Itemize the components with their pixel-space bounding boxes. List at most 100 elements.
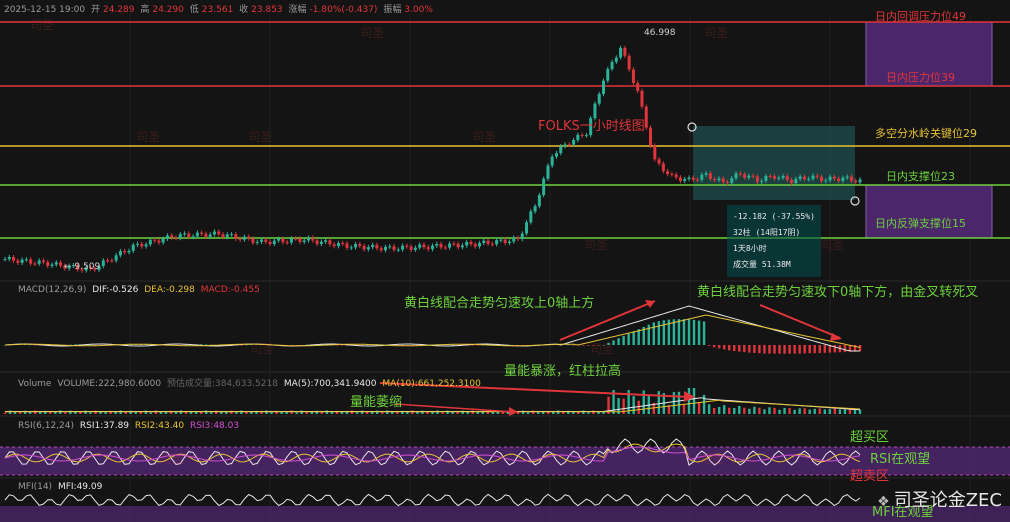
candle-body — [37, 260, 41, 264]
candle-body — [636, 82, 640, 91]
macd-dea: DEA:-0.298 — [144, 285, 195, 295]
macd-bar — [572, 345, 575, 346]
low-label: 低 — [189, 5, 199, 15]
annotation-overbought: 超买区 — [850, 430, 890, 445]
candle-body — [319, 241, 323, 244]
macd-bar — [682, 319, 686, 345]
macd-bar — [692, 319, 696, 345]
candle-body — [473, 244, 477, 247]
candle-body — [640, 90, 644, 107]
candle-body — [670, 173, 674, 175]
macd-value: MACD:-0.455 — [200, 285, 260, 295]
candle-body — [747, 175, 751, 178]
candle-body — [584, 135, 588, 137]
candle-body — [597, 93, 601, 104]
candle-body — [760, 180, 764, 182]
volume-bar — [149, 412, 153, 414]
macd-bar — [723, 345, 726, 350]
watermark: 司圣 — [700, 452, 725, 466]
candle-body — [50, 264, 54, 266]
macd-dea-line — [4, 314, 861, 348]
candle-body — [431, 245, 434, 250]
volume-bar — [89, 412, 92, 414]
candle-body — [255, 241, 259, 243]
candle-body — [777, 177, 781, 179]
annotation-oversold: 超卖区 — [850, 469, 890, 484]
macd-bar — [245, 344, 248, 346]
volume-ma10: MA(10):661,252.3100 — [382, 379, 481, 389]
candle-body — [708, 173, 712, 179]
macd-bar — [843, 345, 847, 353]
candle-body — [721, 178, 725, 182]
candle-body — [751, 175, 755, 177]
watermark: 司圣 — [160, 452, 185, 466]
volume-ma5: MA(5):700,341.9400 — [283, 379, 377, 389]
candle-body — [131, 244, 135, 251]
tooltip-volume: 成交量 51.38M — [733, 260, 791, 269]
watermark: 司圣 — [820, 238, 845, 252]
close-label: 收 — [239, 5, 249, 15]
candle-body — [101, 260, 105, 266]
candle-body — [413, 247, 417, 250]
candle-body — [127, 250, 131, 253]
candle-body — [696, 179, 700, 181]
macd-bar — [858, 345, 862, 352]
candle-body — [277, 238, 281, 241]
low-value: 23.561 — [201, 5, 234, 15]
volume-estimate: 预估成交量:384,633.5218 — [166, 379, 278, 389]
watermark: 司圣 — [472, 130, 497, 144]
candle-body — [713, 178, 717, 181]
price-high-mark: 46.998 — [644, 28, 676, 38]
chart-stage: 2025-12-15 19:00 开 24.289 高 24.290 低 23.561… — [0, 0, 1010, 522]
candle-body — [495, 240, 499, 245]
open-label: 开 — [90, 5, 100, 15]
candle-body — [683, 178, 687, 182]
candle-body — [264, 239, 268, 242]
volume-bar — [235, 412, 238, 414]
candle-body — [307, 237, 311, 241]
consolidation-box — [693, 126, 855, 200]
candle-body — [59, 262, 63, 266]
candle-body — [289, 238, 293, 243]
macd-bar — [803, 345, 806, 354]
rsi-header: RSI(6,12,24) RSI1:37.89 RSI2:43.40 RSI3:… — [18, 421, 242, 431]
macd-bar — [813, 345, 816, 354]
candle-body — [285, 242, 289, 244]
volume-bar — [682, 404, 686, 414]
volume-bar — [677, 391, 681, 414]
volume-bar — [687, 388, 691, 414]
candle-body — [238, 238, 242, 240]
candle-body — [738, 173, 742, 175]
candle-body — [392, 246, 396, 250]
candle-body — [268, 241, 272, 245]
candle-body — [550, 156, 554, 166]
candle-body — [161, 238, 165, 243]
macd-name: MACD(12,26,9) — [18, 285, 87, 295]
volume-bar — [743, 407, 746, 414]
candle-body — [768, 176, 772, 178]
volume-bar — [778, 409, 781, 414]
macd-bar — [340, 345, 344, 346]
macd-bar — [778, 345, 781, 354]
candle-body — [469, 241, 473, 245]
macd-bar — [773, 345, 776, 354]
volume-bar — [717, 406, 721, 414]
macd-bar — [33, 345, 37, 346]
volume-bar — [723, 405, 726, 414]
macd-bar — [476, 345, 479, 346]
candle-body — [195, 232, 199, 237]
candle-body — [567, 144, 571, 146]
volume-bar — [501, 412, 505, 414]
volume-value: VOLUME:222,980.6000 — [57, 379, 162, 389]
watermark: 司圣 — [360, 26, 385, 40]
candle-body — [251, 238, 255, 243]
volume-bar — [823, 409, 826, 414]
volume-bar — [657, 391, 661, 414]
candle-body — [734, 173, 738, 179]
candle-body — [743, 174, 747, 178]
candle-body — [773, 176, 776, 179]
candle-body — [396, 249, 400, 251]
candle-body — [858, 179, 862, 183]
volume-bar — [270, 412, 273, 414]
candle-body — [24, 259, 28, 261]
